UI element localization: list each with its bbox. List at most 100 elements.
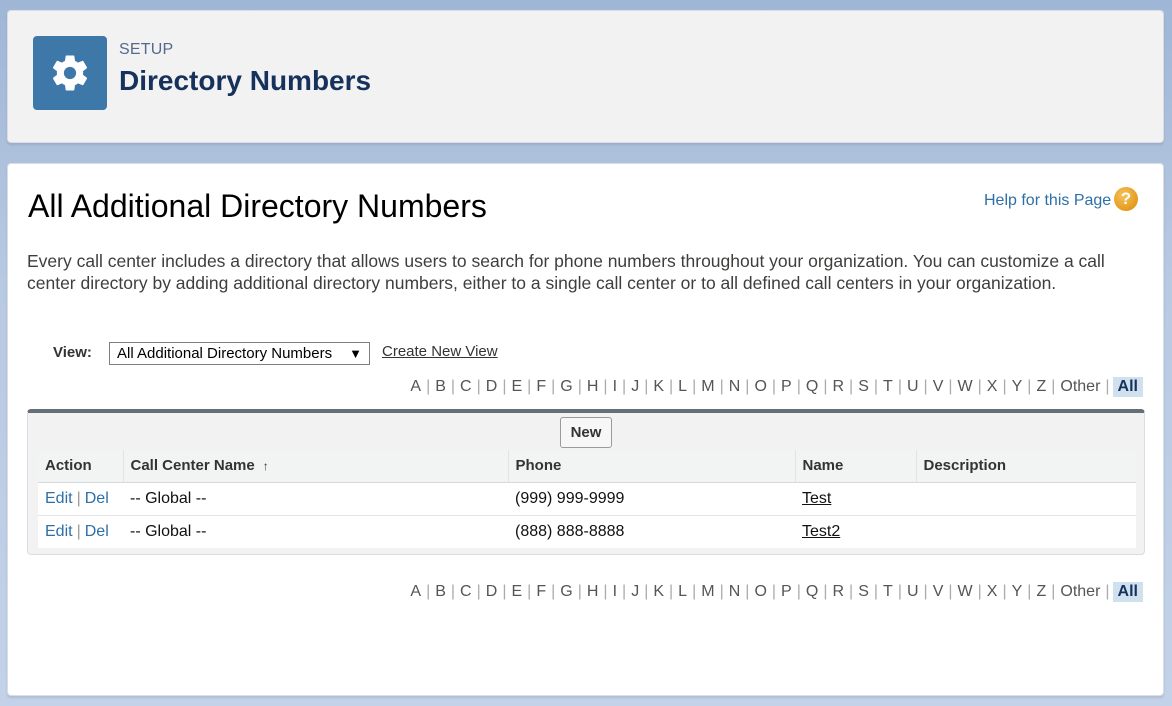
alpha-filter-k[interactable]: K bbox=[651, 378, 666, 396]
alpha-filter-h[interactable]: H bbox=[585, 583, 601, 601]
alpha-separator: | bbox=[977, 378, 982, 395]
alpha-filter-b[interactable]: B bbox=[433, 378, 448, 396]
alpha-filter-c[interactable]: C bbox=[458, 583, 474, 601]
alpha-filter-l[interactable]: L bbox=[676, 583, 689, 601]
alpha-filter-v[interactable]: V bbox=[931, 583, 946, 601]
alpha-filter-l[interactable]: L bbox=[676, 378, 689, 396]
create-new-view-link[interactable]: Create New View bbox=[382, 343, 498, 360]
row-actions: Edit | Del bbox=[38, 515, 123, 548]
alpha-filter-p[interactable]: P bbox=[779, 378, 794, 396]
alpha-separator: | bbox=[948, 583, 953, 600]
phone-cell: (888) 888-8888 bbox=[515, 522, 625, 540]
delete-link[interactable]: Del bbox=[85, 490, 109, 507]
new-button[interactable]: New bbox=[560, 417, 612, 448]
alpha-filter-r[interactable]: R bbox=[830, 583, 846, 601]
edit-link[interactable]: Edit bbox=[45, 523, 73, 540]
column-header-phone[interactable]: Phone bbox=[508, 450, 796, 483]
alpha-filter-f[interactable]: F bbox=[534, 378, 548, 396]
alpha-filter-i[interactable]: I bbox=[611, 583, 619, 601]
alpha-filter-other[interactable]: Other bbox=[1058, 583, 1102, 601]
alpha-filter-d[interactable]: D bbox=[484, 583, 500, 601]
alpha-separator: | bbox=[622, 378, 627, 395]
alpha-separator: | bbox=[719, 583, 724, 600]
alpha-filter-k[interactable]: K bbox=[651, 583, 666, 601]
alpha-filter-z[interactable]: Z bbox=[1034, 583, 1048, 601]
alpha-filter-q[interactable]: Q bbox=[804, 583, 820, 601]
alpha-filter-a[interactable]: A bbox=[408, 583, 423, 601]
alpha-separator: | bbox=[745, 583, 750, 600]
alpha-filter-t[interactable]: T bbox=[881, 583, 895, 601]
alpha-filter-n[interactable]: N bbox=[727, 583, 743, 601]
list-panel: New Action Call Center Name ↑ Phone Name … bbox=[27, 409, 1145, 555]
alpha-separator: | bbox=[771, 583, 777, 600]
alpha-filter-t[interactable]: T bbox=[881, 378, 895, 396]
column-header-call-center-name[interactable]: Call Center Name ↑ bbox=[123, 450, 509, 483]
column-header-action: Action bbox=[38, 450, 124, 483]
alpha-filter-p[interactable]: P bbox=[779, 583, 794, 601]
alpha-filter-f[interactable]: F bbox=[534, 583, 548, 601]
column-header-name[interactable]: Name bbox=[795, 450, 917, 483]
record-name-link[interactable]: Test2 bbox=[802, 523, 840, 540]
alpha-separator: | bbox=[502, 378, 507, 395]
alpha-separator: | bbox=[450, 378, 456, 395]
alpha-filter-n[interactable]: N bbox=[727, 378, 743, 396]
alpha-filter-i[interactable]: I bbox=[611, 378, 619, 396]
help-link[interactable]: Help for this Page bbox=[984, 192, 1111, 210]
alpha-filter-all[interactable]: All bbox=[1112, 582, 1143, 602]
alpha-filter-c[interactable]: C bbox=[458, 378, 474, 396]
row-actions: Edit | Del bbox=[38, 482, 123, 516]
alpha-filter-y[interactable]: Y bbox=[1010, 583, 1025, 601]
alpha-filter-m[interactable]: M bbox=[699, 378, 716, 396]
alpha-separator: | bbox=[897, 583, 902, 600]
alpha-filter-q[interactable]: Q bbox=[804, 378, 820, 396]
alpha-filter-m[interactable]: M bbox=[699, 583, 716, 601]
alpha-filter-g[interactable]: G bbox=[558, 583, 574, 601]
alpha-filter-w[interactable]: W bbox=[956, 378, 975, 396]
alpha-filter-o[interactable]: O bbox=[752, 378, 768, 396]
view-select[interactable]: All Additional Directory Numbers ▼ bbox=[109, 342, 370, 365]
record-name-link[interactable]: Test bbox=[802, 490, 831, 507]
alpha-filter-a[interactable]: A bbox=[408, 378, 423, 396]
alpha-filter-x[interactable]: X bbox=[985, 378, 1000, 396]
alpha-filter-y[interactable]: Y bbox=[1010, 378, 1025, 396]
alpha-filter-other[interactable]: Other bbox=[1058, 378, 1102, 396]
alpha-filter-all[interactable]: All bbox=[1112, 377, 1143, 397]
alpha-separator: | bbox=[426, 583, 431, 600]
alpha-filter-r[interactable]: R bbox=[830, 378, 846, 396]
column-header-description[interactable]: Description bbox=[916, 450, 1136, 483]
alpha-separator: | bbox=[897, 378, 902, 395]
alpha-separator: | bbox=[669, 583, 674, 600]
help-icon[interactable]: ? bbox=[1114, 187, 1138, 211]
alpha-separator: | bbox=[692, 378, 697, 395]
alpha-filter-d[interactable]: D bbox=[484, 378, 500, 396]
alpha-filter-h[interactable]: H bbox=[585, 378, 601, 396]
description-cell bbox=[916, 482, 1136, 516]
header-eyebrow: SETUP bbox=[119, 41, 174, 58]
alpha-separator: | bbox=[923, 583, 928, 600]
alpha-filter-b[interactable]: B bbox=[433, 583, 448, 601]
alpha-filter-v[interactable]: V bbox=[931, 378, 946, 396]
alpha-filter-e[interactable]: E bbox=[509, 378, 524, 396]
alpha-filter-j[interactable]: J bbox=[629, 583, 641, 601]
alpha-separator: | bbox=[551, 583, 556, 600]
alpha-filter-s[interactable]: S bbox=[856, 583, 871, 601]
alpha-filter-x[interactable]: X bbox=[985, 583, 1000, 601]
alpha-filter-g[interactable]: G bbox=[558, 378, 574, 396]
delete-link[interactable]: Del bbox=[85, 523, 109, 540]
page-title: All Additional Directory Numbers bbox=[28, 188, 487, 224]
alpha-filter-s[interactable]: S bbox=[856, 378, 871, 396]
table-header-row: Action Call Center Name ↑ Phone Name Desc… bbox=[38, 450, 1136, 483]
alphabet-filter-bottom: A | B | C | D | E | F | G | H | I | J | K | L | M | N | O | P | Q | R | S | T |… bbox=[408, 582, 1143, 602]
view-select-value: All Additional Directory Numbers bbox=[117, 345, 333, 362]
alpha-filter-z[interactable]: Z bbox=[1034, 378, 1048, 396]
alpha-filter-u[interactable]: U bbox=[905, 378, 921, 396]
alpha-separator: | bbox=[450, 583, 456, 600]
alpha-filter-w[interactable]: W bbox=[956, 583, 975, 601]
edit-link[interactable]: Edit bbox=[45, 490, 73, 507]
alpha-filter-u[interactable]: U bbox=[905, 583, 921, 601]
alpha-separator: | bbox=[502, 583, 507, 600]
alpha-filter-o[interactable]: O bbox=[752, 583, 768, 601]
name-cell: Test2 bbox=[795, 515, 916, 548]
alpha-filter-j[interactable]: J bbox=[629, 378, 641, 396]
alpha-filter-e[interactable]: E bbox=[509, 583, 524, 601]
